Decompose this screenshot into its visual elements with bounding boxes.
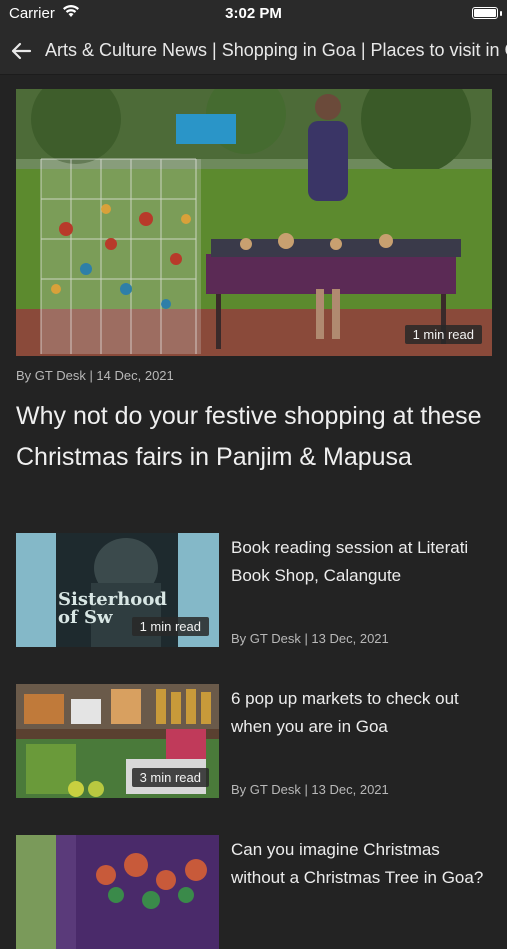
hero-headline[interactable]: Why not do your festive shopping at thes…: [16, 396, 486, 478]
battery-tip: [500, 11, 502, 16]
back-arrow-icon[interactable]: [10, 40, 32, 62]
article-title[interactable]: Can you imagine Christmas without a Chri…: [231, 836, 493, 892]
status-bar: Carrier 3:02 PM: [0, 0, 507, 28]
battery-icon: [472, 7, 498, 19]
article-thumbnail[interactable]: [16, 835, 219, 949]
article-byline: By GT Desk | 13 Dec, 2021: [231, 782, 389, 797]
hero-image[interactable]: 1 min read: [16, 89, 492, 356]
read-time-badge: 3 min read: [131, 768, 209, 787]
clock: 3:02 PM: [225, 5, 282, 22]
hero-photo-illustration: [16, 89, 492, 356]
article-title[interactable]: Book reading session at Literati Book Sh…: [231, 534, 493, 590]
article-thumbnail[interactable]: 3 min read: [16, 684, 219, 798]
nav-bar: Arts & Culture News | Shopping in Goa | …: [0, 28, 507, 75]
article-byline: By GT Desk | 13 Dec, 2021: [231, 631, 389, 646]
christmas-tree-illustration: [16, 835, 219, 949]
read-time-badge: 1 min read: [404, 325, 482, 344]
hero-byline: By GT Desk | 14 Dec, 2021: [16, 368, 174, 383]
article-thumbnail[interactable]: Sisterhood of Sw 1 min read: [16, 533, 219, 647]
read-time-badge: 1 min read: [131, 617, 209, 636]
nav-title: Arts & Culture News | Shopping in Goa | …: [45, 40, 507, 60]
article-title[interactable]: 6 pop up markets to check out when you a…: [231, 685, 493, 741]
